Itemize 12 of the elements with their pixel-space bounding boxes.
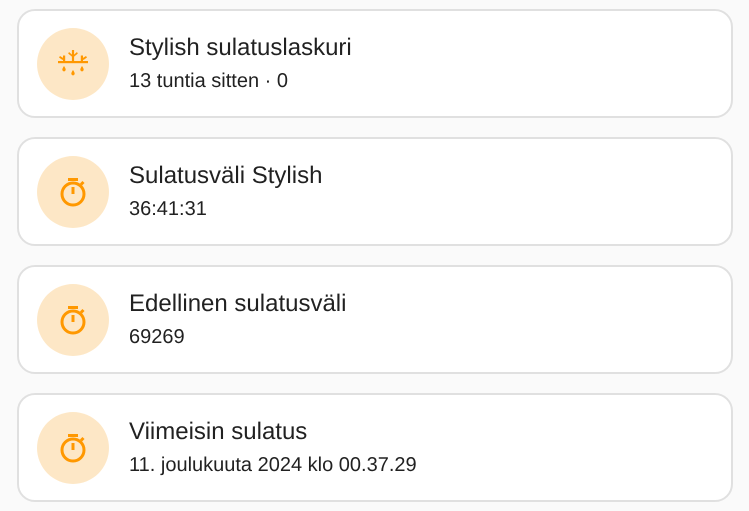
- entity-state: 11. joulukuuta 2024 klo 00.37.29: [129, 454, 417, 477]
- entity-state: 13 tuntia sitten · 0: [129, 70, 289, 93]
- entity-card[interactable]: Edellinen sulatusväli 69269: [17, 265, 733, 374]
- entity-name: Viimeisin sulatus: [129, 418, 308, 446]
- entity-state: 69269: [129, 326, 186, 349]
- entity-name: Edellinen sulatusväli: [129, 290, 346, 318]
- entity-name: Sulatusväli Stylish: [129, 162, 322, 190]
- entity-name: Stylish sulatuslaskuri: [129, 34, 352, 62]
- entity-card[interactable]: Stylish sulatuslaskuri 13 tuntia sitten · 0: [17, 9, 733, 118]
- entity-state: 36:41:31: [129, 198, 208, 221]
- entity-card[interactable]: Sulatusväli Stylish 36:41:31: [17, 137, 733, 246]
- entity-card[interactable]: Viimeisin sulatus 11. joulukuuta 2024 klo 00.37.29: [17, 393, 733, 502]
